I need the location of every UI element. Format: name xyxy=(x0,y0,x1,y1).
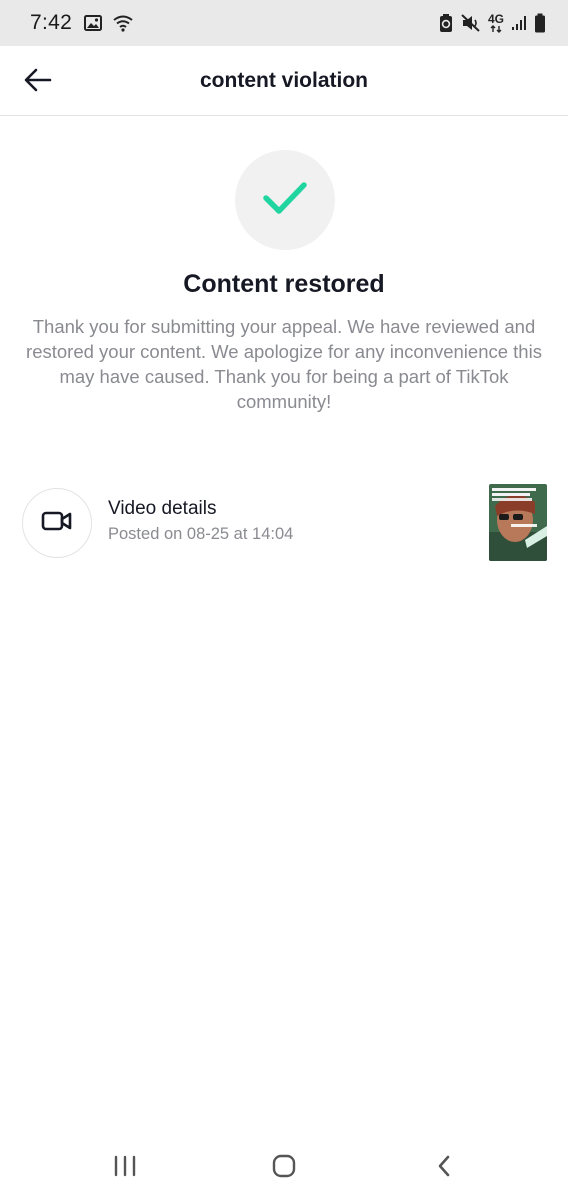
network-label: 4G xyxy=(487,12,504,26)
video-camera-icon xyxy=(41,510,73,537)
recents-button[interactable] xyxy=(105,1154,145,1182)
home-button[interactable] xyxy=(264,1154,304,1182)
video-title: Video details xyxy=(108,498,217,519)
video-thumbnail[interactable] xyxy=(489,484,547,561)
status-right: 4G xyxy=(438,13,546,33)
network-4g-icon: 4G xyxy=(488,13,504,33)
arrow-left-icon xyxy=(24,68,52,97)
success-badge xyxy=(235,150,335,250)
signal-icon xyxy=(511,15,527,31)
header: content violation xyxy=(0,46,568,116)
data-saver-icon xyxy=(438,13,454,33)
recents-icon xyxy=(113,1155,137,1182)
status-left: 7:42 xyxy=(30,11,134,35)
back-chevron-icon xyxy=(436,1154,452,1183)
video-details-row[interactable]: Video details Posted on 08-25 at 14:04 xyxy=(0,480,568,566)
clock: 7:42 xyxy=(30,11,73,34)
checkmark-icon xyxy=(262,180,308,221)
page-title: content violation xyxy=(200,68,368,92)
result-title: Content restored xyxy=(183,270,385,298)
mute-icon xyxy=(461,14,481,32)
image-icon xyxy=(84,15,103,31)
result-message: Thank you for submitting your appeal. We… xyxy=(26,316,542,412)
video-icon-circle xyxy=(22,488,92,558)
nav-back-button[interactable] xyxy=(424,1154,464,1182)
back-button[interactable] xyxy=(22,66,54,98)
home-icon xyxy=(272,1154,296,1183)
status-bar: 7:42 4G xyxy=(0,0,568,46)
video-posted-date: Posted on 08-25 at 14:04 xyxy=(108,525,294,543)
battery-icon xyxy=(534,13,546,33)
wifi-icon xyxy=(112,14,134,32)
system-nav-bar xyxy=(0,1136,568,1200)
